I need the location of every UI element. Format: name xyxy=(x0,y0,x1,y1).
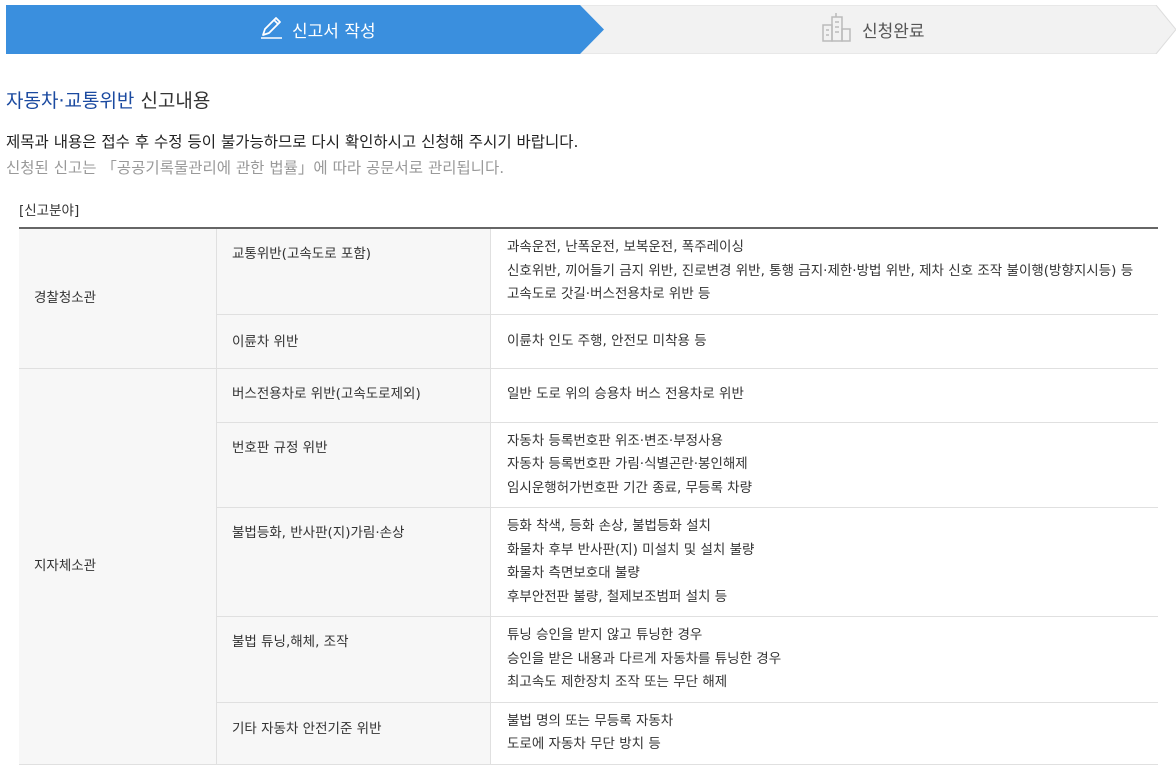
category-table-wrapper: 경찰청소관 교통위반(고속도로 포함) 과속운전, 난폭운전, 보복운전, 폭주… xyxy=(19,227,1158,765)
page: 신고서 작성 신청완료 자동차·교통위반 신고내용 제목과 내용은 접수 후 수… xyxy=(0,0,1176,767)
desc-line: 승인을 받은 내용과 다르게 자동차를 튜닝한 경우 xyxy=(507,650,782,667)
desc-line: 고속도로 갓길·버스전용차로 위반 등 xyxy=(507,286,711,302)
section-title-rest: 신고내용 xyxy=(134,90,211,112)
dept-cell: 경찰청소관 xyxy=(19,228,217,369)
desc-line: 임시운행허가번호판 기간 종료, 무등록 차량 xyxy=(507,479,753,496)
violation-desc-cell: 이륜차 인도 주행, 안전모 미착용 등 xyxy=(490,314,1158,369)
category-table-body: 경찰청소관 교통위반(고속도로 포함) 과속운전, 난폭운전, 보복운전, 폭주… xyxy=(19,228,1158,765)
violation-desc-cell: 튜닝 승인을 받지 않고 튜닝한 경우 승인을 받은 내용과 다르게 자동차를 … xyxy=(490,616,1158,703)
violation-desc-cell: 과속운전, 난폭운전, 보복운전, 폭주레이싱 신호위반, 끼어들기 금지 위반… xyxy=(490,228,1158,315)
pencil-icon xyxy=(258,14,284,45)
desc-line: 등화 착색, 등화 손상, 불법등화 설치 xyxy=(507,518,711,534)
violation-type-cell: 불법등화, 반사판(지)가림·손상 xyxy=(216,507,491,617)
desc-line: 자동차 등록번호판 위조·변조·부정사용 xyxy=(507,432,723,449)
violation-type-cell: 버스전용차로 위반(고속도로제외) xyxy=(216,368,491,423)
desc-line: 화물차 후부 반사판(지) 미설치 및 설치 불량 xyxy=(507,541,755,558)
desc-line: 후부안전판 불량, 철제보조범퍼 설치 등 xyxy=(507,588,728,605)
building-icon xyxy=(820,11,854,48)
violation-type-cell: 불법 튜닝,해체, 조작 xyxy=(216,616,491,703)
step-label: 신청완료 xyxy=(862,22,925,42)
desc-line: 최고속도 제한장치 조작 또는 무단 해제 xyxy=(507,674,728,690)
notice-edit-warning: 제목과 내용은 접수 후 수정 등이 불가능하므로 다시 확인하시고 신청해 주… xyxy=(6,133,579,151)
violation-type-cell: 기타 자동차 안전기준 위반 xyxy=(216,702,491,765)
desc-line: 신호위반, 끼어들기 금지 위반, 진로변경 위반, 통행 금지·제한·방법 위… xyxy=(507,262,1134,279)
violation-desc-cell: 등화 착색, 등화 손상, 불법등화 설치 화물차 후부 반사판(지) 미설치 … xyxy=(490,507,1158,617)
category-table: 경찰청소관 교통위반(고속도로 포함) 과속운전, 난폭운전, 보복운전, 폭주… xyxy=(19,227,1158,765)
table-row: 경찰청소관 교통위반(고속도로 포함) 과속운전, 난폭운전, 보복운전, 폭주… xyxy=(19,228,1158,369)
desc-line: 튜닝 승인을 받지 않고 튜닝한 경우 xyxy=(507,627,703,643)
step-label: 신고서 작성 xyxy=(292,22,376,42)
desc-line: 불법 명의 또는 무등록 자동차 xyxy=(507,712,674,729)
desc-line: 과속운전, 난폭운전, 보복운전, 폭주레이싱 xyxy=(507,239,744,255)
progress-steps: 신고서 작성 신청완료 xyxy=(6,5,1176,54)
violation-desc-cell: 자동차 등록번호판 위조·변조·부정사용 자동차 등록번호판 가림·식별곤란·봉… xyxy=(490,422,1158,508)
desc-line: 이륜차 인도 주행, 안전모 미착용 등 xyxy=(507,332,707,349)
desc-line: 자동차 등록번호판 가림·식별곤란·봉인해제 xyxy=(507,456,748,472)
table-row: 지자체소관 버스전용차로 위반(고속도로제외) 일반 도로 위의 승용차 버스 … xyxy=(19,368,1158,765)
section-title: 자동차·교통위반 신고내용 xyxy=(6,86,210,113)
steps-background xyxy=(6,5,1176,54)
violation-desc-cell: 불법 명의 또는 무등록 자동차 도로에 자동차 무단 방치 등 xyxy=(490,702,1158,765)
violation-type-cell: 교통위반(고속도로 포함) xyxy=(216,228,491,315)
section-title-accent: 자동차·교통위반 xyxy=(6,90,135,112)
violation-type-cell: 번호판 규정 위반 xyxy=(216,422,491,508)
desc-line: 화물차 측면보호대 불량 xyxy=(507,565,640,581)
category-label: [신고분야] xyxy=(19,203,80,219)
violation-type-cell: 이륜차 위반 xyxy=(216,314,491,369)
dept-cell: 지자체소관 xyxy=(19,368,217,765)
step-write-report: 신고서 작성 xyxy=(258,5,376,54)
violation-desc-cell: 일반 도로 위의 승용차 버스 전용차로 위반 xyxy=(490,368,1158,423)
desc-line: 도로에 자동차 무단 방치 등 xyxy=(507,736,661,752)
notice-records-law: 신청된 신고는 「공공기록물관리에 관한 법률」에 따라 공문서로 관리됩니다. xyxy=(6,159,505,177)
desc-line: 일반 도로 위의 승용차 버스 전용차로 위반 xyxy=(507,386,744,402)
step-complete: 신청완료 xyxy=(820,5,925,54)
